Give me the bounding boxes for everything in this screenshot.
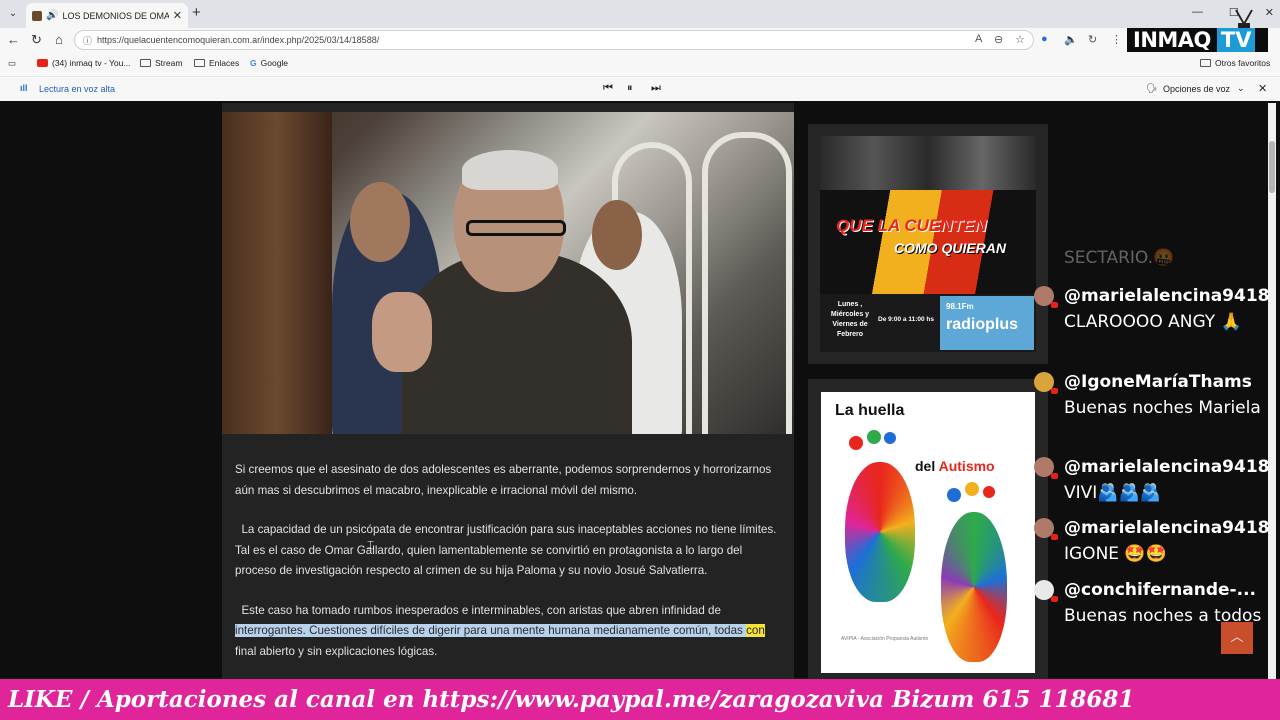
pause-icon[interactable]: ⏸ <box>627 82 633 95</box>
avatar <box>1034 518 1058 540</box>
youtube-icon <box>37 59 48 67</box>
voice-options-label[interactable]: Opciones de voz <box>1163 84 1230 94</box>
back-icon[interactable]: ← <box>7 32 20 47</box>
autism-ad[interactable]: La huella del Autismo AVIPIA - Asociació… <box>821 392 1035 673</box>
live-chat-overlay: SECTARIO.🤬 @marielalencina9418 CLAROOOO … <box>1030 240 1270 670</box>
other-favorites[interactable]: Otros favoritos <box>1200 58 1270 68</box>
radioplus-logo: 98.1Fm radioplus <box>940 296 1034 350</box>
google-icon: G <box>250 58 257 68</box>
article-photo <box>222 112 794 434</box>
previous-icon[interactable]: ⏮ <box>603 82 613 95</box>
extension-icon[interactable]: ● <box>1041 33 1048 45</box>
avatar <box>1034 286 1058 308</box>
chat-text: IGONE 🤩🤩 <box>1064 544 1167 564</box>
chat-text: VIVI🫂🫂🫂 <box>1064 483 1161 503</box>
bookmark-google[interactable]: G Google <box>250 58 288 68</box>
folder-icon <box>1200 59 1211 67</box>
window-controls: — ☐ ✕ <box>1192 6 1274 19</box>
chat-text: SECTARIO.🤬 <box>1064 248 1175 268</box>
speaker-icon[interactable]: 🔊 <box>46 10 58 21</box>
article-text: Si creemos que el asesinato de dos adole… <box>235 460 780 681</box>
bookmark-youtube[interactable]: (34) inmaq tv - You... <box>37 58 130 68</box>
chat-text: CLAROOOO ANGY 🙏 <box>1064 312 1242 332</box>
read-aloud-icon[interactable]: A <box>975 33 982 45</box>
radio-show-ad[interactable]: QUE LA CUENTEN COMO QUIERAN Lunes , Miér… <box>820 136 1036 352</box>
bookmark-label: (34) inmaq tv - You... <box>52 58 131 68</box>
chat-username: @conchifernande-... <box>1064 580 1256 600</box>
tab-list-chevron-icon[interactable]: ⌄ <box>5 6 21 22</box>
browser-tab[interactable]: 🔊 LOS DEMONIOS DE OMAR G... ✕ <box>26 3 188 28</box>
hosts-photo <box>820 136 1036 190</box>
minimize-icon[interactable]: — <box>1192 6 1203 19</box>
tablet-icon[interactable]: ▭ <box>8 58 16 69</box>
tab-strip: ⌄ 🔊 LOS DEMONIOS DE OMAR G... ✕ + — ☐ ✕ <box>0 0 1280 28</box>
voice-options-icon: 🗣 <box>1146 83 1158 93</box>
chevron-up-icon: ︿ <box>1230 629 1244 644</box>
read-aloud-toolbar: ıll Lectura en voz alta ⏮ ⏸ ⏭ 🗣 Opciones… <box>0 76 1280 101</box>
chevron-down-icon[interactable]: ⌄ <box>1237 83 1245 94</box>
other-favorites-label: Otros favoritos <box>1215 58 1271 68</box>
reload-icon[interactable]: ↻ <box>31 32 42 48</box>
next-icon[interactable]: ⏭ <box>651 82 661 95</box>
tab-title: LOS DEMONIOS DE OMAR G... <box>62 10 169 21</box>
avatar <box>1034 372 1058 394</box>
chat-username: @marielalencina9418 <box>1064 457 1270 477</box>
ad-title: La huella <box>835 402 905 419</box>
chat-text: Buenas noches Mariela <box>1064 398 1261 418</box>
site-favicon-icon <box>32 10 42 21</box>
avatar <box>1034 457 1058 479</box>
app-icon[interactable]: ⊖ <box>994 33 1003 46</box>
ad-footer: AVIPIA - Asociación Propuesta Autismo <box>841 636 929 642</box>
read-aloud-waves-icon: ıll <box>20 83 28 93</box>
article-paragraph: Si creemos que el asesinato de dos adole… <box>235 463 772 497</box>
url-text: https://quelacuentencomoquieran.com.ar/i… <box>97 35 380 45</box>
bookmark-stream[interactable]: Stream <box>140 58 182 68</box>
bookmark-enlaces[interactable]: Enlaces <box>194 58 239 68</box>
donation-banner: LIKE / Aportaciones al canal en https://… <box>0 679 1280 720</box>
home-icon[interactable]: ⌂ <box>55 32 63 47</box>
address-bar[interactable]: ⓘ https://quelacuentencomoquieran.com.ar… <box>74 30 1034 50</box>
show-name-line1: QUE LA CUENTEN <box>836 216 987 235</box>
avatar <box>1034 580 1058 602</box>
new-tab-button[interactable]: + <box>192 4 201 21</box>
collections-icon[interactable]: ⋮ <box>1111 33 1122 46</box>
navigation-bar: ← ↻ ⌂ ⓘ https://quelacuentencomoquieran.… <box>0 28 1280 52</box>
antenna-icon <box>1235 9 1253 29</box>
bookmarks-bar: ▭ (34) inmaq tv - You... Stream Enlaces … <box>0 52 1280 76</box>
bookmark-label: Stream <box>155 58 183 68</box>
logo-tv-text: TV <box>1216 28 1256 52</box>
favorite-star-icon[interactable]: ☆ <box>1015 33 1025 46</box>
media-speaker-icon[interactable]: 🔈 <box>1064 33 1078 46</box>
bookmark-label: Enlaces <box>209 58 240 68</box>
site-info-icon[interactable]: ⓘ <box>83 34 92 47</box>
close-icon[interactable]: ✕ <box>1258 82 1267 95</box>
folder-icon <box>194 59 205 67</box>
article-paragraph: Este caso ha tomado rumbos inesperados e… <box>235 603 765 658</box>
text-cursor-icon: ⌶ <box>367 538 375 552</box>
refresh-extension-icon[interactable]: ↻ <box>1088 33 1097 46</box>
close-tab-icon[interactable]: ✕ <box>173 9 182 22</box>
chat-username: @marielalencina9418 <box>1064 518 1270 538</box>
show-name-line2: COMO QUIERAN <box>894 240 1006 256</box>
scrollbar-thumb[interactable] <box>1269 141 1275 193</box>
chat-username: @marielalencina9418 <box>1064 286 1270 306</box>
scroll-to-top-button[interactable]: ︿ <box>1221 622 1253 654</box>
read-aloud-highlight: interrogantes. Cuestiones difíciles de d… <box>235 624 747 637</box>
close-window-icon[interactable]: ✕ <box>1265 6 1274 19</box>
chat-username: @IgoneMaríaThams <box>1064 372 1252 392</box>
read-aloud-label: Lectura en voz alta <box>39 84 116 94</box>
current-word-highlight: con <box>746 624 765 637</box>
folder-icon <box>140 59 151 67</box>
show-days: Lunes , Miércoles y Viernes de Febrero <box>830 301 870 338</box>
bookmark-label: Google <box>260 58 289 68</box>
ad-subtitle: del Autismo <box>915 458 995 474</box>
logo-text: INMAQ <box>1133 28 1211 52</box>
article-paragraph: La capacidad de un psicópata de encontra… <box>235 523 777 577</box>
channel-logo: INMAQ TV <box>1127 28 1268 52</box>
show-hours: De 9:00 a 11:00 hs <box>878 316 935 323</box>
